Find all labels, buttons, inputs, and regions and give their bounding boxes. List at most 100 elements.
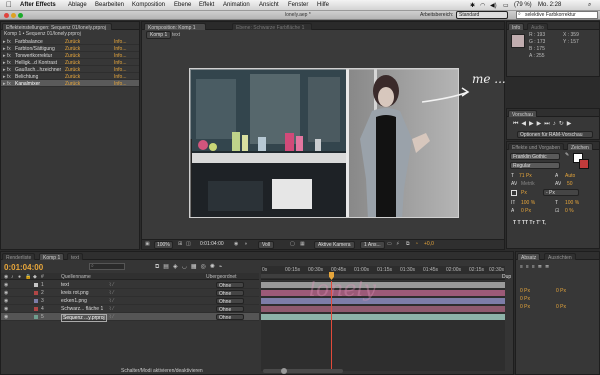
camera-select[interactable]: Aktive Kamera: [314, 241, 355, 249]
ram-preview-icon[interactable]: ▶: [567, 121, 575, 127]
prev-frame-icon[interactable]: ◀: [521, 121, 529, 127]
layer-bar[interactable]: [261, 298, 505, 304]
stroke-width-value[interactable]: Px: [521, 190, 527, 196]
font-style-select[interactable]: Regular: [510, 162, 560, 169]
ram-preview-options[interactable]: Optionen für RAM-Vorschau: [517, 131, 593, 138]
effect-row[interactable]: ▸ fx Belichtung Zurück Info...: [1, 73, 139, 80]
info-link[interactable]: Info...: [114, 81, 127, 87]
close-window-button[interactable]: [4, 13, 9, 18]
col-source-name[interactable]: Quellenname: [61, 274, 91, 280]
graph-editor-icon[interactable]: ⌁: [219, 264, 227, 270]
draft3d-icon[interactable]: ◈: [173, 264, 182, 270]
menu-ansicht[interactable]: Ansicht: [259, 2, 279, 8]
timeline-search-input[interactable]: [89, 263, 125, 270]
layer-row[interactable]: ◉ 3 ecken1.png ⌇ ⁄ Ohne: [1, 297, 259, 305]
exposure-icon[interactable]: ◔: [415, 241, 418, 247]
layer-color-label[interactable]: [34, 315, 38, 319]
layer-name[interactable]: kreis rot.png: [61, 290, 89, 296]
clock[interactable]: Mo. 2:28: [538, 2, 561, 8]
work-area-bar[interactable]: [261, 274, 505, 278]
effect-row[interactable]: ▸ fx Helligk...d Kontrast Zurück Info...: [1, 59, 139, 66]
exposure-value[interactable]: +0,0: [424, 241, 434, 247]
playhead-handle[interactable]: [329, 272, 334, 280]
minimize-window-button[interactable]: [11, 13, 16, 18]
layer-bar[interactable]: [261, 290, 505, 296]
effect-row[interactable]: ▸ fx Farbbalance Zurück Info...: [1, 38, 139, 45]
layer-bar[interactable]: [261, 306, 505, 312]
zoom-slider-thumb[interactable]: [281, 368, 287, 374]
grid-icon[interactable]: ⊞: [178, 241, 182, 247]
menu-komposition[interactable]: Komposition: [132, 2, 165, 8]
layer-row[interactable]: ◉ 4 Schwarz... fläche 1 ⌇ ⁄ Ohne: [1, 305, 259, 313]
loop-icon[interactable]: ↻: [559, 121, 567, 127]
timeline-zoom-slider[interactable]: [263, 369, 343, 373]
brainstorm-icon[interactable]: ✺: [210, 264, 219, 270]
shy-icon[interactable]: ◡: [182, 264, 191, 270]
playhead-line[interactable]: [331, 281, 332, 371]
region-icon[interactable]: ▢: [290, 241, 295, 247]
tracking-value[interactable]: 50: [567, 181, 573, 187]
effect-row[interactable]: ▸ fx Gaußsch...hzeichner Zurück Info...: [1, 66, 139, 73]
help-search-input[interactable]: selektive Farbkorrektur: [516, 11, 598, 19]
font-family-select[interactable]: Franklin Gothic: [510, 153, 560, 160]
battery-icon[interactable]: ▭: [503, 2, 509, 9]
tab-komp1[interactable]: Komp 1: [39, 253, 65, 260]
effect-row[interactable]: ▸ fx Farbton/Sättigung Zurück Info...: [1, 45, 139, 52]
menu-effekt[interactable]: Effekt: [199, 2, 214, 8]
menu-ablage[interactable]: Ablage: [68, 2, 87, 8]
kerning-value[interactable]: Metrik: [521, 181, 535, 187]
indent-right-value[interactable]: 0 Px: [556, 288, 566, 294]
pixel-aspect-icon[interactable]: ▭: [387, 241, 392, 247]
layer-bar[interactable]: [261, 314, 505, 320]
tab-text[interactable]: text: [67, 253, 84, 260]
vertical-scale-value[interactable]: 100 %: [521, 200, 535, 206]
tab-layer[interactable]: Ebene: Schwarze Farbfläche 1: [232, 23, 312, 30]
tab-effects-presets[interactable]: Effekte und Vorgaben: [508, 143, 564, 150]
layer-color-label[interactable]: [34, 299, 38, 303]
timeline-timecode[interactable]: 0:01:04:00: [4, 263, 43, 272]
font-size-value[interactable]: 71 Px: [519, 173, 532, 179]
zoom-window-button[interactable]: [18, 13, 23, 18]
time-ruler[interactable]: 0s 00:15s 00:30s 00:45s 01:00s 01:15s 01…: [261, 266, 505, 280]
workspace-select[interactable]: Standard: [456, 11, 508, 19]
menu-hilfe[interactable]: Hilfe: [317, 2, 329, 8]
app-menu[interactable]: After Effects: [20, 2, 56, 8]
color-channel-icon[interactable]: ◑: [244, 241, 247, 247]
layer-parent-select[interactable]: Ohne: [216, 290, 244, 296]
layer-parent-select[interactable]: Ohne: [216, 306, 244, 312]
subtab-text[interactable]: text: [172, 32, 180, 38]
play-icon[interactable]: ▶: [529, 121, 537, 127]
layer-color-label[interactable]: [34, 283, 38, 287]
tab-preview[interactable]: Vorschau: [508, 110, 537, 117]
tab-composition[interactable]: Komposition: Komp 1: [144, 23, 206, 30]
tab-character[interactable]: Zeichen: [567, 143, 593, 150]
mask-icon[interactable]: ◫: [186, 241, 191, 247]
layer-name[interactable]: ecken1.png: [61, 298, 87, 304]
layer-parent-select[interactable]: Ohne: [216, 298, 244, 304]
tab-paragraph[interactable]: Absatz: [517, 253, 541, 260]
text-style-buttons[interactable]: T T TT Tт T' T,: [513, 220, 546, 226]
layer-color-label[interactable]: [34, 291, 38, 295]
tab-render-queue[interactable]: Renderliste: [2, 253, 36, 260]
menu-bearbeiten[interactable]: Bearbeiten: [95, 2, 124, 8]
menu-fenster[interactable]: Fenster: [288, 2, 308, 8]
apple-icon[interactable]: : [6, 0, 12, 9]
layer-name[interactable]: Schwarz... fläche 1: [61, 306, 103, 312]
views-select[interactable]: 1 Ans...: [360, 241, 385, 249]
layer-parent-select[interactable]: Ohne: [216, 314, 244, 320]
baseline-shift-value[interactable]: 0 Px: [521, 208, 531, 214]
layer-bar[interactable]: [261, 282, 505, 288]
indent-first-value[interactable]: 0 Px: [520, 296, 530, 302]
layer-name[interactable]: text: [61, 282, 69, 288]
tab-info[interactable]: Info: [508, 23, 525, 30]
volume-icon[interactable]: ◀): [490, 2, 497, 9]
snapshot-icon[interactable]: ◉: [234, 241, 238, 247]
layer-row-selected[interactable]: ◉ 5 Sequenz ...y.prproj ⌇ ⁄ Ohne: [1, 313, 259, 322]
toggle-switches-modes-button[interactable]: Schalter/Modi aktivieren/deaktivieren: [121, 368, 203, 374]
effect-row-selected[interactable]: ▸ fx Kanalmixer Zurück Info...: [1, 80, 139, 87]
frame-blend-icon[interactable]: ▦: [191, 264, 201, 270]
viewer-timecode[interactable]: 0:01:04:00: [200, 241, 224, 247]
transparency-grid-icon[interactable]: ▦: [300, 241, 305, 247]
comp-marker-icon[interactable]: ▤: [163, 264, 173, 270]
spotlight-icon[interactable]: ⌕: [588, 2, 591, 9]
